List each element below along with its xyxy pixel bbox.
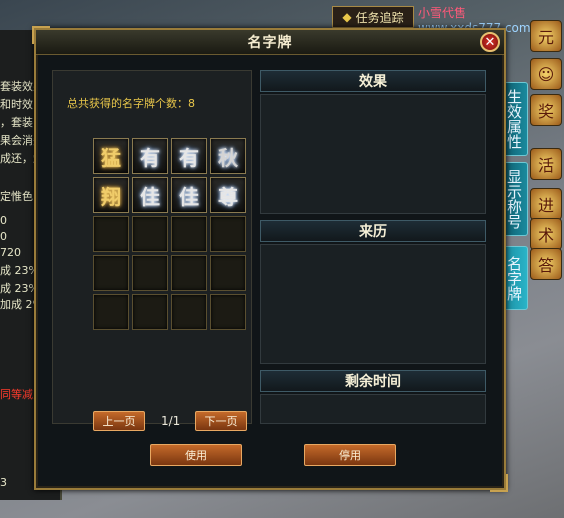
source-content	[260, 244, 486, 364]
background-left-text: 0	[0, 214, 7, 227]
source-heading-label: 来历	[359, 224, 387, 240]
activity-icon[interactable]: 元	[530, 20, 562, 52]
tab-name-card-label: 名字牌	[505, 255, 523, 301]
empty-card-slot[interactable]	[93, 255, 129, 291]
name-card-glyph: 有	[179, 145, 199, 170]
background-left-text: 3	[0, 476, 7, 489]
empty-card-slot[interactable]	[210, 255, 246, 291]
prev-page-label: 上一页	[102, 415, 136, 428]
empty-card-slot[interactable]	[171, 216, 207, 252]
name-card-slot[interactable]: 翔	[93, 177, 129, 213]
prev-page-button[interactable]: 上一页	[93, 411, 145, 431]
tab-effective-attributes-label: 生效属性	[505, 89, 523, 149]
dialog-title-bar[interactable]: 名字牌	[36, 30, 504, 55]
remaining-time-heading: 剩余时间	[260, 370, 486, 392]
page-indicator: 1/1	[161, 414, 181, 428]
name-card-slot[interactable]: 佳	[171, 177, 207, 213]
name-card-slot[interactable]: 佳	[132, 177, 168, 213]
effect-content	[260, 94, 486, 214]
quest-tracker-button[interactable]: ◆ 任务追踪	[332, 6, 414, 28]
source-heading: 来历	[260, 220, 486, 242]
empty-card-slot[interactable]	[132, 216, 168, 252]
watermark-text: 小雪代售	[418, 6, 467, 20]
name-card-slot[interactable]: 秋	[210, 138, 246, 174]
activity-icon[interactable]: 奖	[530, 94, 562, 126]
name-card-grid: 猛有有秋翔佳佳尊	[93, 138, 249, 330]
empty-card-slot[interactable]	[171, 294, 207, 330]
close-button[interactable]: ✕	[480, 32, 500, 52]
name-card-slot[interactable]: 有	[171, 138, 207, 174]
name-card-glyph: 佳	[179, 184, 199, 209]
effect-heading-label: 效果	[359, 74, 387, 90]
dialog-corner-ornament	[490, 474, 508, 492]
pager: 上一页 1/1 下一页	[93, 411, 247, 433]
background-left-text: 和时效	[0, 98, 33, 111]
background-left-text: 0	[0, 230, 7, 243]
effect-heading: 效果	[260, 70, 486, 92]
next-page-label: 下一页	[204, 415, 238, 428]
next-page-button[interactable]: 下一页	[195, 411, 247, 431]
name-card-list-panel: 总共获得的名字牌个数：8 猛有有秋翔佳佳尊 上一页 1/1 下一页	[52, 70, 252, 431]
empty-card-slot[interactable]	[132, 294, 168, 330]
name-card-glyph: 翔	[101, 184, 121, 209]
name-card-dialog: 名字牌 ✕ 总共获得的名字牌个数：8 猛有有秋翔佳佳尊 上一页 1/1 下一页 …	[32, 26, 508, 492]
empty-card-slot[interactable]	[93, 216, 129, 252]
close-icon: ✕	[484, 34, 496, 50]
empty-card-slot[interactable]	[171, 255, 207, 291]
card-count-label: 总共获得的名字牌个数：8	[67, 97, 195, 110]
empty-card-slot[interactable]	[93, 294, 129, 330]
stop-button[interactable]: 停用	[304, 444, 396, 466]
background-left-text: 720	[0, 246, 21, 259]
name-card-slot[interactable]: 尊	[210, 177, 246, 213]
remaining-time-content	[260, 394, 486, 424]
activity-icon[interactable]: ☺	[530, 58, 562, 90]
use-button[interactable]: 使用	[150, 444, 242, 466]
dialog-title: 名字牌	[247, 35, 293, 51]
name-card-glyph: 佳	[140, 184, 160, 209]
name-card-slot[interactable]: 猛	[93, 138, 129, 174]
use-button-label: 使用	[185, 449, 207, 462]
card-detail-panel: 效果 来历 剩余时间	[260, 70, 488, 424]
name-card-glyph: 有	[140, 145, 160, 170]
activity-icon[interactable]: 活	[530, 148, 562, 180]
name-card-glyph: 尊	[218, 184, 238, 209]
activity-icon[interactable]: 进	[530, 188, 562, 220]
background-left-text: ，套装	[0, 116, 33, 129]
empty-card-slot[interactable]	[210, 216, 246, 252]
empty-card-slot[interactable]	[210, 294, 246, 330]
name-card-slot[interactable]: 有	[132, 138, 168, 174]
tab-display-title-label: 显示称号	[505, 169, 523, 229]
quest-tracker-icon: ◆	[342, 10, 352, 24]
activity-icon[interactable]: 答	[530, 248, 562, 280]
quest-tracker-label: 任务追踪	[355, 10, 404, 25]
activity-icon[interactable]: 术	[530, 218, 562, 250]
background-left-text: 定惟色	[0, 190, 33, 203]
remaining-time-heading-label: 剩余时间	[345, 374, 401, 390]
name-card-glyph: 猛	[101, 145, 121, 170]
name-card-glyph: 秋	[218, 145, 238, 170]
stop-button-label: 停用	[339, 449, 361, 462]
empty-card-slot[interactable]	[132, 255, 168, 291]
